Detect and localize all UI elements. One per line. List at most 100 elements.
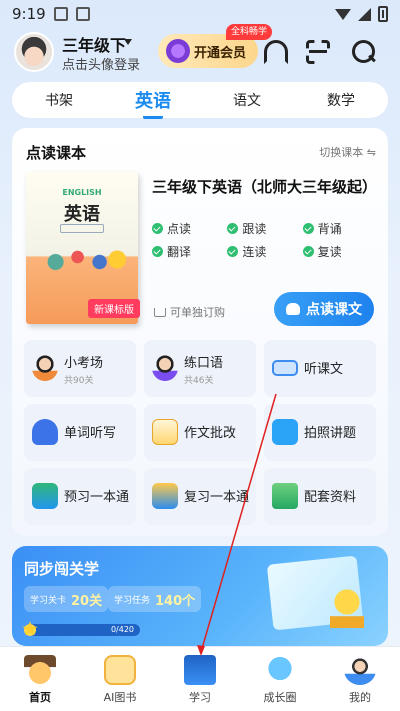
- tool-grid: 小考场 共90关 练口语 共46关 听课文 单词听写 作文批改 拍照讲题 预习一…: [24, 340, 376, 525]
- banner-title: 同步闯关学: [24, 560, 100, 578]
- essay-icon: [152, 419, 178, 445]
- book-cover-illustration: [38, 242, 126, 292]
- switch-book-button[interactable]: 切换课本 ⇋: [319, 144, 376, 160]
- bottom-nav: 首页 AI图书 学习 成长圈 我的: [0, 646, 400, 711]
- headset-icon[interactable]: [264, 40, 288, 64]
- tool-listen-text[interactable]: 听课文: [264, 340, 376, 397]
- levels-label: 学习关卡: [30, 595, 67, 606]
- card-title: 点读课本: [26, 144, 87, 162]
- buy-link[interactable]: 可单独订购: [154, 304, 225, 320]
- feature-item: 复读: [302, 243, 378, 260]
- feature-item: 连读: [227, 243, 302, 260]
- nav-home[interactable]: 首页: [0, 647, 80, 711]
- tab-english[interactable]: 英语: [113, 87, 193, 119]
- tool-quiz[interactable]: 小考场 共90关: [24, 340, 136, 397]
- ai-book-icon: [104, 655, 136, 685]
- photo-icon: [272, 419, 298, 445]
- progress-text: 0/420: [110, 625, 134, 634]
- cart-icon: [154, 307, 166, 317]
- tab-bookshelf[interactable]: 书架: [19, 90, 99, 110]
- grade-selector[interactable]: 三年级下: [62, 32, 126, 56]
- avatar[interactable]: [14, 32, 54, 72]
- tool-speaking[interactable]: 练口语 共46关: [144, 340, 256, 397]
- search-icon[interactable]: [352, 40, 376, 64]
- tool-essay[interactable]: 作文批改: [144, 404, 256, 461]
- dictation-icon: [32, 419, 58, 445]
- book-name: 三年级下英语（北师大三年级起）: [152, 178, 378, 196]
- graduation-cap-icon: [24, 655, 56, 685]
- hand-icon: [286, 303, 300, 315]
- levels-value: 20关: [71, 593, 103, 609]
- subject-tabs: 书架 英语 语文 数学: [12, 82, 388, 119]
- battery-icon: [378, 6, 388, 22]
- nav-label: 我的: [349, 691, 371, 704]
- read-text-button[interactable]: 点读课文: [274, 292, 374, 326]
- preview-book-icon: [32, 483, 58, 509]
- tool-photo[interactable]: 拍照讲题: [264, 404, 376, 461]
- feature-label: 点读: [167, 222, 192, 236]
- sync-level-banner[interactable]: 同步闯关学 学习关卡 20关 学习任务 140个 0/420: [12, 546, 388, 646]
- tool-review[interactable]: 复习一本通: [144, 468, 256, 525]
- feature-label: 跟读: [242, 222, 267, 236]
- nav-study[interactable]: 学习: [160, 647, 240, 711]
- vip-tag: 全科畅学: [226, 24, 273, 40]
- tool-preview[interactable]: 预习一本通: [24, 468, 136, 525]
- bird-icon: [264, 655, 296, 685]
- study-book-icon: [184, 655, 216, 685]
- nav-label: 学习: [189, 691, 211, 704]
- feature-item: 点读: [152, 220, 227, 237]
- nav-me[interactable]: 我的: [320, 647, 400, 711]
- nav-label: 成长圈: [263, 691, 297, 704]
- tool-label: 小考场: [64, 356, 104, 371]
- app-notification-icon: [75, 7, 90, 21]
- book-badge: 新课标版: [88, 299, 140, 318]
- tool-label: 拍照讲题: [304, 426, 357, 441]
- tool-label: 单词听写: [64, 426, 117, 441]
- tasks-pill: 学习任务 140个: [108, 586, 202, 612]
- check-icon: [227, 223, 239, 234]
- gem-icon: [166, 39, 190, 63]
- nav-label: AI图书: [103, 691, 137, 704]
- scan-icon[interactable]: [306, 40, 330, 64]
- tab-math[interactable]: 数学: [301, 90, 381, 110]
- tool-dictation[interactable]: 单词听写: [24, 404, 136, 461]
- tool-sub: 共90关: [64, 376, 94, 386]
- tab-chinese[interactable]: 语文: [207, 90, 287, 110]
- status-time: 9:19: [12, 5, 46, 23]
- book-cover-title: 英语: [64, 204, 100, 225]
- check-icon: [302, 223, 314, 234]
- speaking-student-icon: [152, 355, 178, 381]
- nav-growth[interactable]: 成长圈: [240, 647, 320, 711]
- review-book-icon: [152, 483, 178, 509]
- feature-label: 背诵: [317, 222, 342, 236]
- buy-label: 可单独订购: [170, 306, 225, 319]
- reader-card: 点读课本 切换课本 ⇋ ENGLISH 英语 新课标版 三年级下英语（北师大三年…: [12, 128, 388, 536]
- tool-label: 复习一本通: [184, 490, 250, 505]
- check-icon: [152, 223, 163, 234]
- tool-label: 预习一本通: [64, 490, 130, 505]
- tool-label: 作文批改: [184, 426, 237, 441]
- check-icon: [302, 246, 314, 257]
- nav-ai-books[interactable]: AI图书: [80, 647, 160, 711]
- login-hint[interactable]: 点击头像登录: [62, 54, 140, 73]
- student-icon: [32, 355, 58, 381]
- profile-icon: [344, 655, 376, 685]
- tasks-value: 140个: [155, 593, 196, 609]
- tool-sub: 共46关: [184, 376, 214, 386]
- book-cover[interactable]: ENGLISH 英语 新课标版: [26, 172, 140, 324]
- tool-materials[interactable]: 配套资料: [264, 468, 376, 525]
- feature-item: 背诵: [302, 220, 378, 237]
- levels-pill: 学习关卡 20关: [24, 586, 109, 612]
- feature-label: 翻译: [167, 245, 192, 259]
- tool-label: 配套资料: [304, 490, 357, 505]
- feature-item: 翻译: [152, 243, 227, 260]
- header: 三年级下 点击头像登录 开通会员 全科畅学: [0, 24, 400, 78]
- listen-icon: [272, 360, 298, 376]
- status-bar: 9:19: [0, 0, 400, 28]
- chevron-down-icon[interactable]: [124, 39, 132, 45]
- gallery-notification-icon: [53, 7, 68, 21]
- signal-icon: [358, 7, 371, 21]
- vip-label: 开通会员: [194, 45, 247, 61]
- progress-bar: 0/420: [24, 624, 140, 636]
- book-cover-grade-box: [60, 224, 104, 233]
